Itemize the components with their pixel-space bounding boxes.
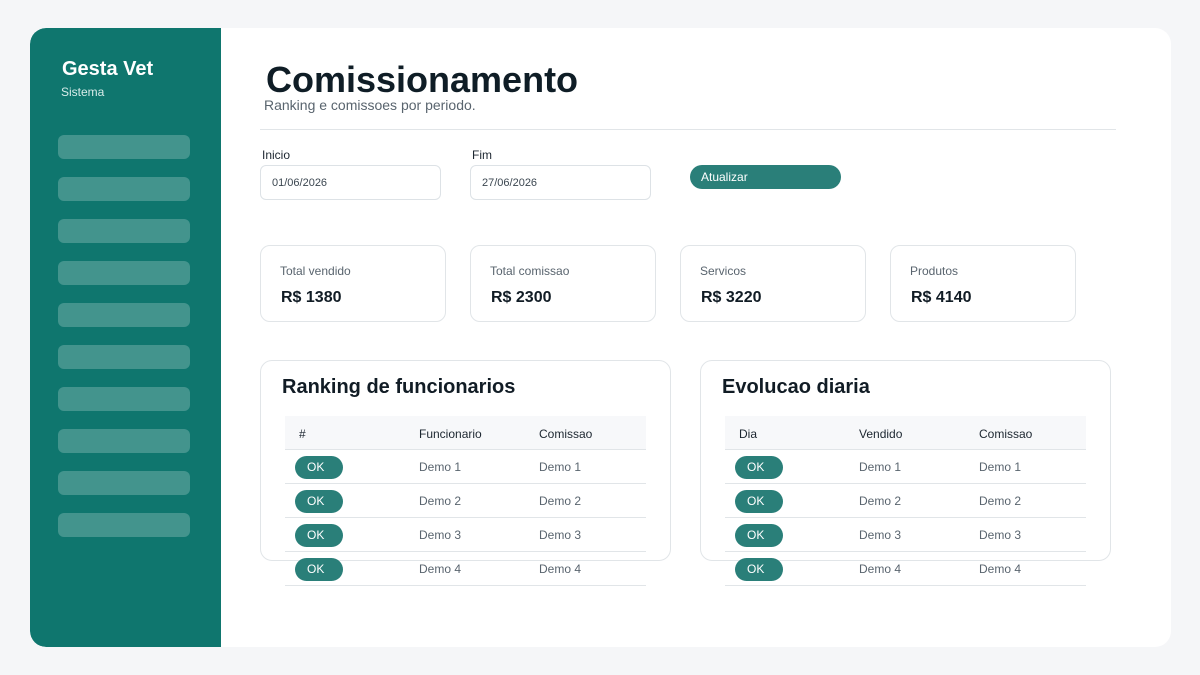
kpi-label: Produtos [910,264,959,278]
brand-name: Gesta Vet [62,58,154,80]
status-badge[interactable]: OK [735,490,783,513]
sidebar-nav-item[interactable] [58,177,190,201]
table-cell: Demo 1 [979,460,1022,474]
table-cell: Demo 2 [539,494,582,508]
status-badge[interactable]: OK [295,524,343,547]
kpi-value: R$ 3220 [701,289,762,306]
kpi-value: R$ 1380 [281,289,342,306]
table-cell: Demo 3 [979,528,1022,542]
status-badge[interactable]: OK [295,456,343,479]
sidebar-nav-item[interactable] [58,303,190,327]
kpi-value: R$ 4140 [911,289,972,306]
table-row: OK Demo 2 Demo 2 [285,484,646,518]
table-cell: Demo 4 [419,562,462,576]
column-header: Comissao [979,427,1033,441]
table-header: # Funcionario Comissao [285,416,646,450]
table-row: OK Demo 4 Demo 4 [285,552,646,586]
status-badge[interactable]: OK [295,490,343,513]
sidebar-nav-item[interactable] [58,135,190,159]
table-cell: Demo 4 [979,562,1022,576]
sidebar-nav-item[interactable] [58,345,190,369]
kpi-value: R$ 2300 [491,289,552,306]
table-cell: Demo 2 [859,494,902,508]
table-cell: Demo 1 [859,460,902,474]
table-cell: Demo 3 [539,528,582,542]
page-title: Comissionamento [266,59,579,100]
end-date-label: Fim [472,148,492,162]
kpi-card-total-sold: Total vendido R$ 1380 [260,245,446,322]
header-divider [260,129,1116,130]
kpi-label: Total comissao [490,264,570,278]
column-header: Dia [739,427,758,441]
page-subtitle: Ranking e comissoes por periodo. [264,97,476,113]
sidebar-nav-item[interactable] [58,471,190,495]
kpi-card-services: Servicos R$ 3220 [680,245,866,322]
table-cell: Demo 3 [419,528,462,542]
ranking-panel-title: Ranking de funcionarios [282,376,516,398]
table-row: OK Demo 4 Demo 4 [725,552,1086,586]
start-date-input[interactable] [260,165,441,200]
status-badge[interactable]: OK [735,524,783,547]
column-header: # [299,427,306,441]
end-date-input[interactable] [470,165,651,200]
table-row: OK Demo 1 Demo 1 [285,450,646,484]
sidebar-nav-item[interactable] [58,219,190,243]
table-cell: Demo 1 [419,460,462,474]
sidebar-edge [190,28,221,647]
status-badge[interactable]: OK [735,558,783,581]
status-badge[interactable]: OK [735,456,783,479]
kpi-card-products: Produtos R$ 4140 [890,245,1076,322]
status-badge[interactable]: OK [295,558,343,581]
table-row: OK Demo 3 Demo 3 [285,518,646,552]
sidebar-nav-item[interactable] [58,387,190,411]
table-cell: Demo 2 [979,494,1022,508]
column-header: Comissao [539,427,593,441]
brand-subtitle: Sistema [61,85,105,99]
table-cell: Demo 3 [859,528,902,542]
column-header: Funcionario [419,427,482,441]
column-header: Vendido [859,427,903,441]
daily-panel-title: Evolucao diaria [722,376,870,398]
sidebar-nav-item[interactable] [58,429,190,453]
kpi-card-total-commission: Total comissao R$ 2300 [470,245,656,322]
kpi-label: Servicos [700,264,747,278]
table-header: Dia Vendido Comissao [725,416,1086,450]
sidebar-nav-item[interactable] [58,261,190,285]
table-cell: Demo 1 [539,460,582,474]
ranking-table: # Funcionario Comissao OK Demo 1 Demo 1 OK D… [285,416,646,586]
app-window: Gesta Vet Sistema Comissionamento Rankin… [30,28,1171,647]
sidebar-nav-item[interactable] [58,513,190,537]
start-date-label: Inicio [262,148,291,162]
table-cell: Demo 2 [419,494,462,508]
table-row: OK Demo 3 Demo 3 [725,518,1086,552]
table-row: OK Demo 1 Demo 1 [725,450,1086,484]
table-cell: Demo 4 [859,562,902,576]
daily-table: Dia Vendido Comissao OK Demo 1 Demo 1 OK Dem… [725,416,1086,586]
table-row: OK Demo 2 Demo 2 [725,484,1086,518]
kpi-label: Total vendido [280,264,351,278]
table-cell: Demo 4 [539,562,582,576]
update-button[interactable]: Atualizar [690,165,841,189]
